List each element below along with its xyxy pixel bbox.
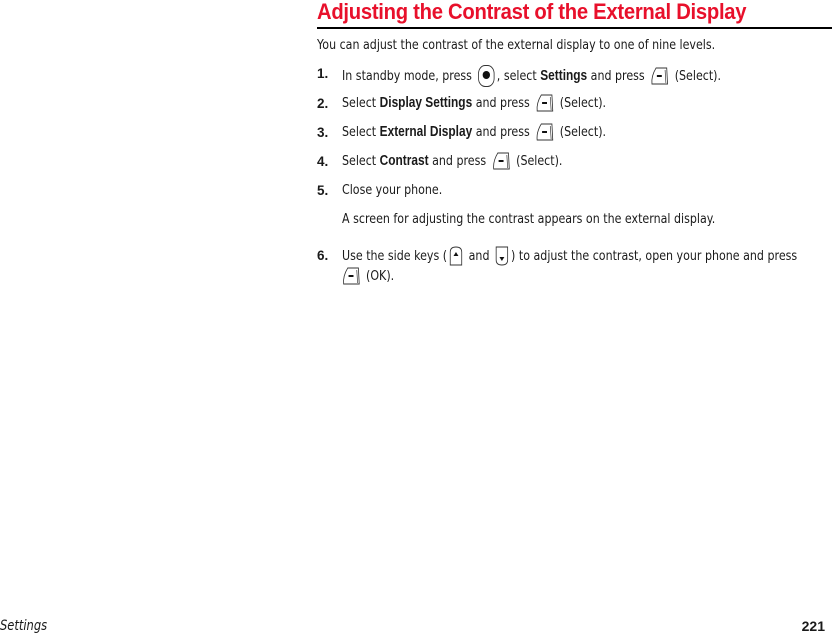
step-text: Use the side keys ( — [342, 248, 448, 264]
intro-text: You can adjust the contrast of the exter… — [317, 37, 716, 53]
step-3: Select External Display and press (Selec… — [342, 122, 606, 142]
step-1: In standby mode, press , select Settings… — [342, 64, 721, 88]
center-nav-key-icon — [477, 64, 495, 88]
left-softkey-icon — [492, 151, 510, 171]
step-text: Select — [342, 153, 377, 169]
left-softkey-icon — [651, 66, 669, 86]
menu-term-contrast: Contrast — [379, 153, 429, 169]
step-5-note: A screen for adjusting the contrast appe… — [342, 211, 716, 227]
step-text: (OK). — [366, 268, 395, 284]
left-softkey-icon — [342, 266, 360, 286]
side-key-down-icon — [495, 245, 510, 267]
step-3-number: 3. — [317, 125, 329, 140]
step-text: and press — [475, 124, 530, 140]
footer-section-name: Settings — [0, 618, 48, 634]
side-key-up-icon — [449, 245, 464, 267]
step-6-number: 6. — [317, 248, 329, 263]
step-1-number: 1. — [317, 66, 329, 81]
menu-term-external-display: External Display — [379, 124, 473, 140]
step-text: Select — [342, 95, 377, 111]
step-4: Select Contrast and press (Select). — [342, 151, 562, 171]
step-text: , select — [496, 68, 537, 84]
menu-term-settings: Settings — [540, 68, 588, 84]
step-text: In standby mode, press — [342, 68, 472, 84]
step-2: Select Display Settings and press (Selec… — [342, 93, 606, 113]
menu-term-display-settings: Display Settings — [379, 95, 473, 111]
step-text: and press — [432, 153, 487, 169]
page-title: Adjusting the Contrast of the External D… — [317, 0, 747, 24]
step-text: ) to adjust the contrast, open your phon… — [511, 248, 798, 264]
footer-page-number: 221 — [801, 618, 825, 634]
step-text: and — [468, 248, 490, 264]
step-5-number: 5. — [317, 183, 329, 198]
step-text: (Select). — [559, 124, 607, 140]
step-6: Use the side keys ( and ) to adjust the … — [342, 245, 797, 267]
step-6-continued: (OK). — [342, 266, 394, 286]
left-softkey-icon — [536, 122, 554, 142]
left-softkey-icon — [536, 93, 554, 113]
step-text: Select — [342, 124, 377, 140]
title-divider — [317, 27, 832, 29]
step-text: (Select). — [516, 153, 563, 169]
step-text: (Select). — [674, 68, 722, 84]
step-text: and press — [475, 95, 530, 111]
step-5: Close your phone. — [342, 182, 443, 198]
step-text: and press — [590, 68, 645, 84]
step-2-number: 2. — [317, 96, 329, 111]
step-text: (Select). — [559, 95, 607, 111]
step-4-number: 4. — [317, 154, 329, 169]
